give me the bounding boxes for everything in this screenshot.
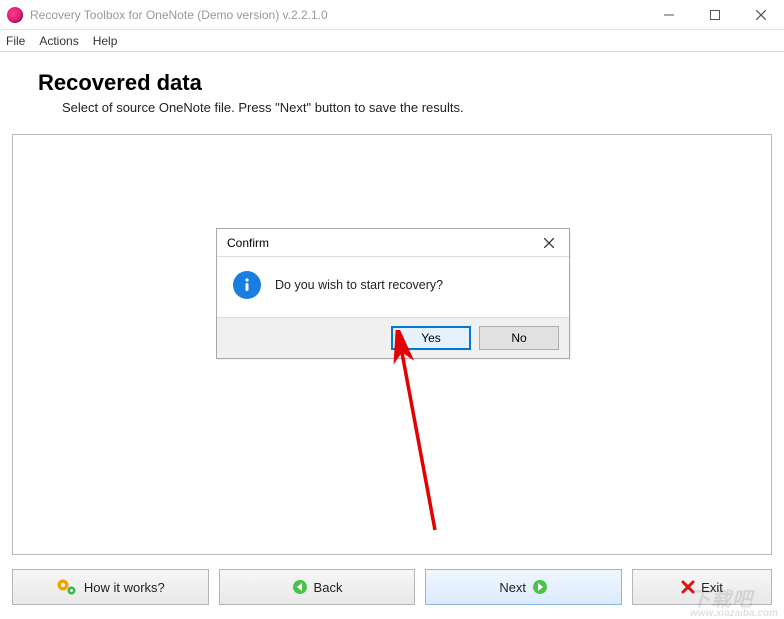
dialog-body: Do you wish to start recovery? (217, 257, 569, 317)
watermark-url: www.xiazaiba.com (690, 608, 778, 619)
page-title: Recovered data (38, 70, 754, 96)
menu-help[interactable]: Help (93, 34, 118, 48)
maximize-icon (710, 10, 720, 20)
window-title: Recovery Toolbox for OneNote (Demo versi… (30, 8, 646, 22)
next-label: Next (499, 580, 526, 595)
maximize-button[interactable] (692, 0, 738, 30)
dialog-message: Do you wish to start recovery? (275, 278, 443, 292)
dialog-footer: Yes No (217, 317, 569, 358)
back-button[interactable]: Back (219, 569, 416, 605)
minimize-button[interactable] (646, 0, 692, 30)
gears-icon (56, 578, 78, 596)
app-icon (7, 7, 23, 23)
info-icon (233, 271, 261, 299)
confirm-dialog: Confirm Do you wish to start recovery? Y… (216, 228, 570, 359)
close-icon (756, 10, 766, 20)
next-arrow-icon (532, 579, 548, 595)
minimize-icon (664, 10, 674, 20)
no-label: No (511, 331, 526, 345)
titlebar: Recovery Toolbox for OneNote (Demo versi… (0, 0, 784, 30)
menu-actions[interactable]: Actions (39, 34, 78, 48)
back-label: Back (314, 580, 343, 595)
no-button[interactable]: No (479, 326, 559, 350)
close-window-button[interactable] (738, 0, 784, 30)
how-it-works-button[interactable]: How it works? (12, 569, 209, 605)
back-arrow-icon (292, 579, 308, 595)
dialog-title: Confirm (227, 236, 535, 250)
dialog-close-button[interactable] (535, 232, 563, 254)
yes-button[interactable]: Yes (391, 326, 471, 350)
menu-file[interactable]: File (6, 34, 25, 48)
watermark: 下载吧 www.xiazaiba.com (690, 583, 778, 619)
how-it-works-label: How it works? (84, 580, 165, 595)
next-button[interactable]: Next (425, 569, 622, 605)
page-subtitle: Select of source OneNote file. Press "Ne… (62, 100, 754, 115)
close-icon (544, 238, 554, 248)
dialog-titlebar: Confirm (217, 229, 569, 257)
footer-buttons: How it works? Back Next Exit (12, 569, 772, 605)
yes-label: Yes (421, 331, 441, 345)
page-header: Recovered data Select of source OneNote … (0, 52, 784, 125)
menubar: File Actions Help (0, 30, 784, 52)
